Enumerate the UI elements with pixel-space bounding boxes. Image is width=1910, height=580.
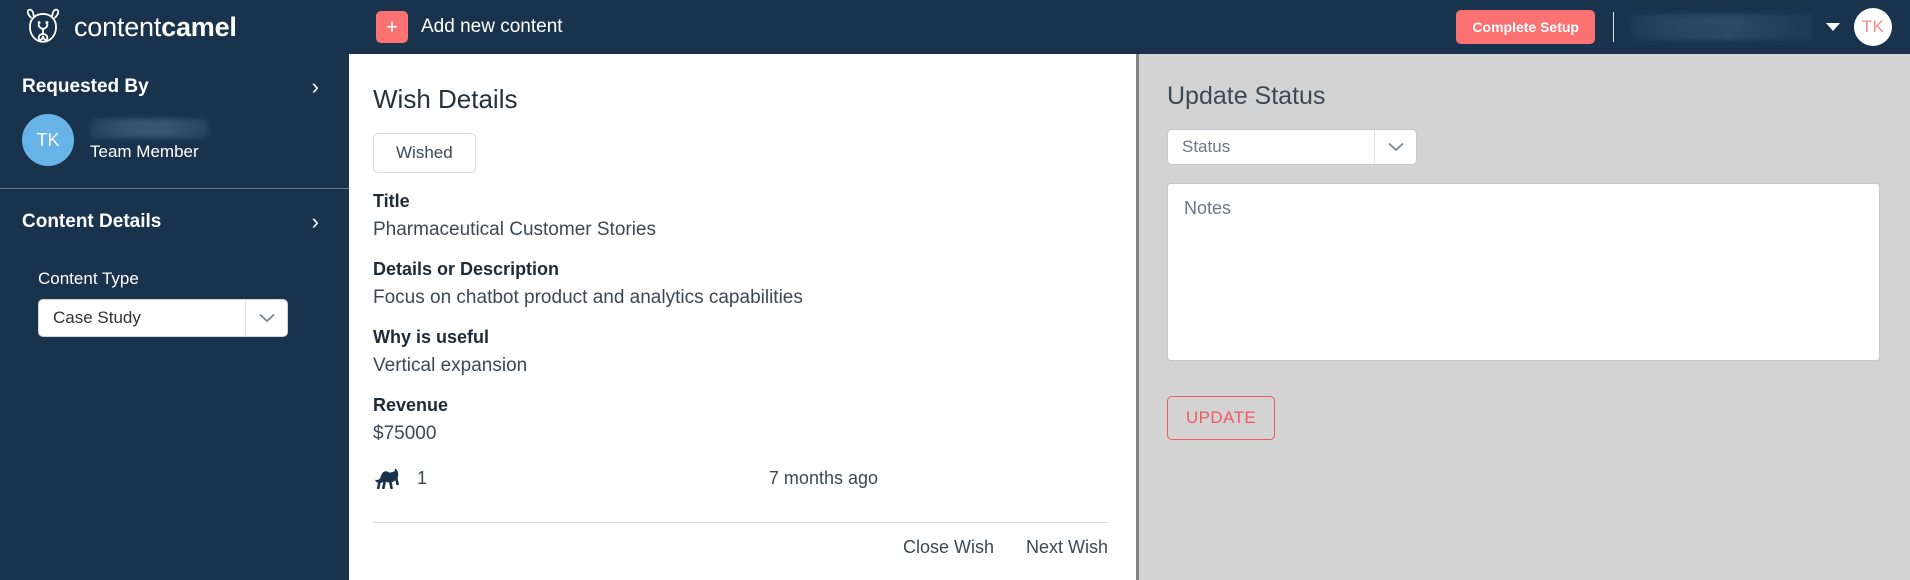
topbar-divider (1613, 12, 1614, 42)
field-value: Pharmaceutical Customer Stories (373, 219, 656, 240)
avatar[interactable]: TK (1854, 8, 1892, 46)
close-wish-link[interactable]: Close Wish (903, 537, 994, 558)
user-name-redacted (1632, 14, 1812, 40)
camel-head-logo-icon (22, 7, 64, 47)
update-status-panel: Update Status Status UPDATE (1136, 54, 1910, 580)
wish-field-why-useful: Why is useful Vertical expansion (373, 309, 1108, 377)
update-status-heading: Update Status (1167, 82, 1326, 110)
update-button[interactable]: UPDATE (1167, 396, 1276, 440)
status-select[interactable]: Status (1167, 129, 1417, 165)
requested-by-heading: Requested By (22, 76, 149, 97)
add-new-content-action[interactable]: + Add new content (376, 11, 563, 43)
main-footer-actions: Close Wish Next Wish (373, 522, 1108, 580)
content-details-heading: Content Details (22, 211, 162, 232)
content-type-selected-value: Case Study (53, 308, 141, 327)
chevron-down-icon[interactable] (1374, 130, 1416, 164)
field-value: Focus on chatbot product and analytics c… (373, 287, 803, 308)
plus-icon[interactable]: + (376, 11, 408, 43)
field-label: Title (373, 191, 410, 211)
left-sidebar: Requested By › TK Team Member Content De… (0, 54, 349, 580)
notes-textarea[interactable] (1167, 183, 1880, 361)
chevron-right-icon[interactable]: › (312, 211, 327, 233)
add-new-content-label: Add new content (421, 16, 563, 37)
camel-icon[interactable] (373, 467, 403, 489)
top-navigation-bar: contentcamel + Add new content Complete … (0, 0, 1910, 54)
next-wish-link[interactable]: Next Wish (1026, 537, 1108, 558)
user-name-redacted (90, 118, 208, 138)
wish-meta-row: 1 7 months ago (373, 467, 1108, 489)
wish-field-title: Title Pharmaceutical Customer Stories (373, 173, 1108, 241)
wish-field-revenue: Revenue $75000 (373, 377, 1108, 445)
topbar-right-group: Complete Setup TK (1456, 0, 1892, 54)
chevron-down-icon[interactable] (1826, 23, 1840, 31)
avatar: TK (22, 114, 74, 166)
requested-by-user-meta: Team Member (90, 118, 208, 162)
app-root: contentcamel + Add new content Complete … (0, 0, 1910, 580)
content-type-select-wrap: Case Study (22, 299, 327, 337)
sidebar-section-requested-by: Requested By › TK Team Member (0, 54, 349, 188)
vote-count: 1 (417, 467, 428, 488)
field-value: Vertical expansion (373, 355, 528, 376)
user-role-label: Team Member (90, 141, 199, 161)
field-label: Why is useful (373, 327, 490, 347)
wish-field-description: Details or Description Focus on chatbot … (373, 241, 1108, 309)
content-type-label: Content Type (38, 269, 139, 288)
sidebar-item-requested-by[interactable]: Requested By › (22, 54, 327, 102)
user-account-menu[interactable]: TK (1632, 8, 1892, 46)
brand-logo-area[interactable]: contentcamel (22, 7, 348, 47)
requested-by-user: TK Team Member (22, 102, 327, 188)
chevron-right-icon[interactable]: › (312, 76, 327, 98)
sidebar-section-content-details: Content Details › Content Type Case Stud… (0, 189, 349, 337)
sidebar-item-content-details[interactable]: Content Details › (22, 189, 327, 237)
vote-count-group[interactable]: 1 (373, 467, 427, 489)
main-content-panel: Wish Details Wished Title Pharmaceutical… (349, 54, 1136, 580)
field-value: $75000 (373, 423, 437, 444)
timestamp: 7 months ago (768, 467, 878, 488)
body-area: Requested By › TK Team Member Content De… (0, 54, 1910, 580)
field-label: Details or Description (373, 259, 560, 279)
field-label: Revenue (373, 395, 449, 415)
complete-setup-button[interactable]: Complete Setup (1456, 10, 1595, 44)
page-title: Wish Details (373, 84, 518, 114)
brand-name: contentcamel (74, 11, 237, 42)
status-selected-value: Status (1182, 137, 1231, 156)
status-badge[interactable]: Wished (373, 133, 476, 173)
chevron-down-icon[interactable] (245, 300, 287, 336)
content-type-select[interactable]: Case Study (38, 299, 288, 337)
